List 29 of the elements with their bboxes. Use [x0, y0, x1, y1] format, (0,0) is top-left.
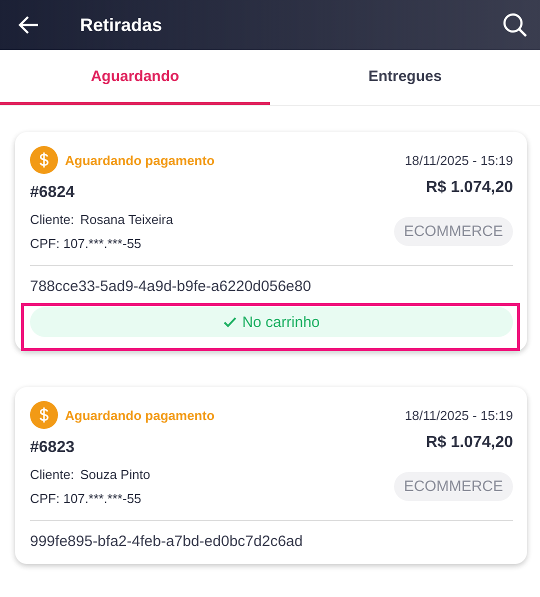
- tab[interactable]: Aguardando: [0, 50, 270, 105]
- back-arrow-icon[interactable]: [18, 14, 40, 36]
- client-name: Souza Pinto: [80, 467, 150, 482]
- cpf-text: CPF: 107.***.***-55: [30, 236, 142, 251]
- order-date: 18/11/2025 - 15:19: [404, 408, 513, 422]
- channel-tag: ECOMMERCE: [394, 472, 513, 501]
- order-card[interactable]: Aguardando pagamento 18/11/2025 - 15:19 #6824 R$ 1.074,20 Cliente: Rosana Teixeira CPF: 107.***.***-55 ECOMMERCE 788cce33-5ad9-4a9d-b9fe-a6220d056e80 No carrinho: [15, 132, 527, 351]
- order-date: 18/11/2025 - 15:19: [404, 152, 513, 168]
- dollar-coin-icon: [30, 146, 58, 174]
- tab[interactable]: Entregues: [270, 50, 540, 105]
- client-name: Rosana Teixeira: [80, 212, 174, 227]
- channel-tag: ECOMMERCE: [394, 217, 513, 246]
- payment-status: Aguardando pagamento: [65, 408, 215, 422]
- order-code: 788cce33-5ad9-4a9d-b9fe-a6220d056e80: [30, 278, 312, 295]
- order-code: 999fe895-bfa2-4feb-a7bd-ed0bc7d2c6ad: [30, 533, 304, 550]
- dollar-coin-icon: [30, 401, 58, 429]
- order-number: #6823: [30, 439, 74, 457]
- order-card[interactable]: Aguardando pagamento 18/11/2025 - 15:19 #6823 R$ 1.074,20 Cliente: Souza Pinto CPF: 107.***.***-55 ECOMMERCE 999fe895-bfa2-4feb-a7bd-ed0bc7d2c6ad: [15, 387, 527, 564]
- cpf-text: CPF: 107.***.***-55: [30, 491, 142, 506]
- order-total: R$ 1.074,20: [426, 434, 513, 452]
- payment-status: Aguardando pagamento: [65, 152, 215, 168]
- search-icon[interactable]: [502, 12, 528, 38]
- order-number: #6824: [30, 184, 74, 202]
- cart-status-label: No carrinho: [242, 314, 320, 330]
- check-icon: [223, 315, 238, 329]
- order-total: R$ 1.074,20: [426, 179, 513, 197]
- client-label: Cliente:: [30, 467, 74, 482]
- page-title: Retiradas: [80, 14, 164, 36]
- client-label: Cliente:: [30, 212, 74, 227]
